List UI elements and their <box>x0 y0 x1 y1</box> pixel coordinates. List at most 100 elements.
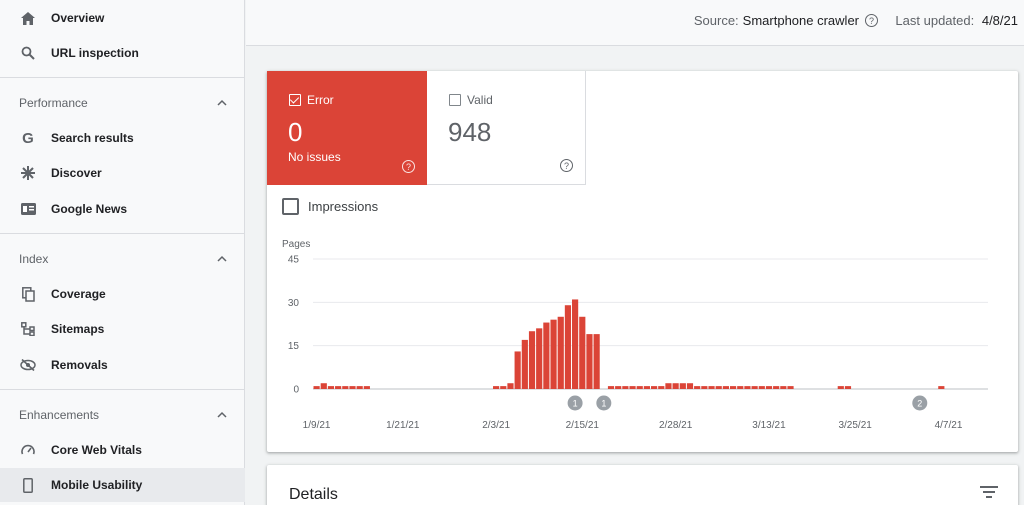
bar <box>758 386 765 389</box>
bar <box>773 386 780 389</box>
chevron-up-icon <box>217 99 227 106</box>
chevron-up-icon <box>217 255 227 262</box>
sidebar-item-label: Sitemaps <box>51 322 105 336</box>
error-label: Error <box>307 93 334 107</box>
bar <box>349 386 356 389</box>
top-bar: Source: Smartphone crawler ? Last update… <box>246 0 1024 46</box>
sidebar-item-url-inspection[interactable]: URL inspection <box>0 36 245 70</box>
bar <box>593 334 600 389</box>
bar <box>500 386 507 389</box>
bar <box>543 322 550 389</box>
section-label: Performance <box>19 96 88 110</box>
sidebar-item-search-results[interactable]: G Search results <box>0 121 245 155</box>
bar <box>744 386 751 389</box>
source-label: Source: <box>693 13 739 28</box>
sidebar-item-google-news[interactable]: Google News <box>0 192 245 226</box>
sidebar-item-removals[interactable]: Removals <box>0 348 245 382</box>
sidebar-item-mobile-usability[interactable]: Mobile Usability <box>0 468 245 502</box>
bar <box>313 386 320 389</box>
sidebar-item-discover[interactable]: Discover <box>0 156 245 190</box>
bar <box>363 386 370 389</box>
error-tile-label: Error <box>289 93 334 107</box>
bar <box>550 319 557 389</box>
sidebar-item-overview[interactable]: Overview <box>0 1 245 35</box>
sidebar-item-label: Search results <box>51 131 134 145</box>
bar <box>536 328 543 389</box>
y-tick-label: 30 <box>288 298 300 309</box>
y-tick-label: 15 <box>288 341 300 352</box>
bar <box>844 386 852 389</box>
impressions-label: Impressions <box>308 199 379 214</box>
y-tick-label: 45 <box>288 255 300 266</box>
sidebar-item-core-web-vitals[interactable]: Core Web Vitals <box>0 433 245 467</box>
section-header-index[interactable]: Index <box>0 245 245 273</box>
impressions-toggle[interactable]: Impressions <box>282 198 378 215</box>
valid-count: 948 <box>448 117 492 147</box>
source-value: Smartphone crawler <box>742 13 859 28</box>
y-axis-label: Pages <box>282 239 310 250</box>
bar <box>787 386 794 389</box>
help-icon[interactable]: ? <box>560 159 573 172</box>
sidebar-item-label: Coverage <box>51 287 106 301</box>
section-header-enhancements[interactable]: Enhancements <box>0 401 245 429</box>
bar <box>679 383 686 389</box>
impressions-checkbox[interactable] <box>282 198 299 215</box>
bar <box>665 383 672 389</box>
valid-label: Valid <box>467 93 493 107</box>
bar <box>701 386 708 389</box>
error-subtext: No issues <box>288 150 341 164</box>
search-icon <box>20 45 36 61</box>
last-updated: Last updated: 4/8/21 <box>895 13 1018 28</box>
sidebar-item-coverage[interactable]: Coverage <box>0 277 245 311</box>
sidebar-divider <box>0 77 245 78</box>
x-tick-label: 2/15/21 <box>566 420 600 431</box>
bar <box>651 386 658 389</box>
google-g-icon: G <box>22 129 34 147</box>
error-tile[interactable]: Error 0 No issues ? <box>267 71 427 185</box>
sidebar-item-label: Removals <box>51 358 108 372</box>
bar <box>643 386 650 389</box>
bar <box>342 386 349 389</box>
sidebar-item-sitemaps[interactable]: Sitemaps <box>0 312 245 346</box>
filter-icon[interactable] <box>980 485 998 499</box>
x-tick-label: 3/13/21 <box>752 420 786 431</box>
bar <box>686 383 694 389</box>
section-header-performance[interactable]: Performance <box>0 89 245 117</box>
sidebar-item-label: Mobile Usability <box>51 478 143 492</box>
details-title: Details <box>289 486 338 503</box>
bar <box>521 339 528 389</box>
annotation-label: 1 <box>573 399 578 409</box>
bar <box>579 316 586 389</box>
bar <box>938 386 945 389</box>
valid-tile[interactable]: Valid 948 ? <box>427 71 586 185</box>
bar <box>607 386 615 389</box>
sidebar-item-label: Google News <box>51 202 128 216</box>
x-tick-label: 2/28/21 <box>659 420 693 431</box>
visibility-off-icon <box>20 357 36 373</box>
updated-value: 4/8/21 <box>981 13 1018 28</box>
bar <box>507 383 514 389</box>
annotation-label: 2 <box>917 399 922 409</box>
valid-checkbox[interactable] <box>449 94 461 106</box>
sidebar-divider <box>0 233 245 234</box>
help-icon[interactable]: ? <box>865 14 878 27</box>
bar <box>737 386 744 389</box>
updated-label: Last updated: <box>895 13 975 28</box>
section-label: Index <box>19 252 49 266</box>
bar <box>715 386 722 389</box>
bar <box>514 351 521 389</box>
y-tick-label: 0 <box>293 385 299 396</box>
pages-chart: Pages 45 30 15 0 1 1 2 1/9/21 1/21/21 2/3/21 2/15/2… <box>282 239 988 431</box>
sidebar-item-label: Core Web Vitals <box>51 443 142 457</box>
bar <box>327 386 335 389</box>
bar <box>629 386 636 389</box>
help-icon[interactable]: ? <box>402 160 415 173</box>
annotation-label: 1 <box>601 399 606 409</box>
details-card: Details <box>267 465 1018 505</box>
error-checkbox[interactable] <box>289 94 301 106</box>
bar <box>335 386 342 389</box>
bar <box>622 386 629 389</box>
file-copy-icon <box>20 286 36 302</box>
bar <box>694 386 701 389</box>
section-label: Enhancements <box>19 408 100 422</box>
